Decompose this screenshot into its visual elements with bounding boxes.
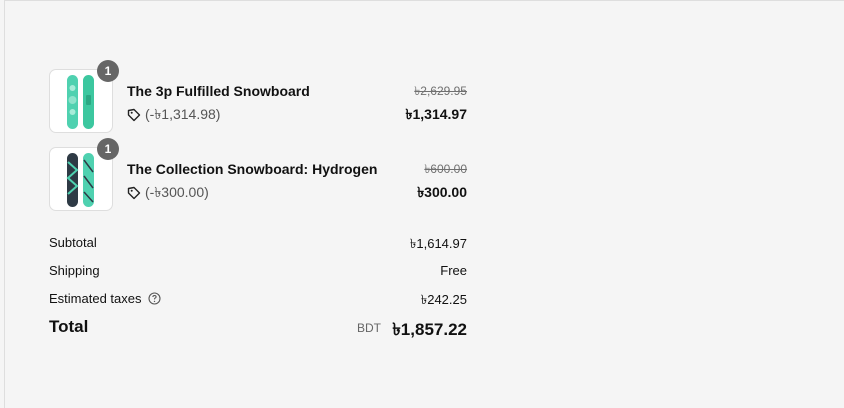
total-value: ৳1,857.22 [392, 320, 467, 339]
tag-icon [127, 186, 141, 200]
subtotal-row: Subtotal ৳1,614.97 [49, 233, 467, 253]
shipping-row: Shipping Free [49, 261, 467, 281]
taxes-row: Estimated taxes ৳242.25 [49, 289, 467, 309]
tag-icon [127, 108, 141, 122]
help-circle-icon[interactable] [147, 292, 161, 305]
shipping-value: Free [440, 263, 467, 278]
currency-code: BDT [357, 321, 381, 335]
product-name: The Collection Snowboard: Hydrogen [127, 161, 378, 177]
discount-amount: (-৳300.00) [145, 184, 209, 200]
order-summary: 1 The 3p Fulfilled Snowboard (-৳1,314.98… [4, 0, 844, 408]
quantity-badge: 1 [97, 138, 119, 160]
discount-line: (-৳1,314.98) [127, 103, 220, 127]
original-price: ৳2,629.95 [414, 84, 467, 98]
discount-line: (-৳300.00) [127, 181, 209, 205]
product-name: The 3p Fulfilled Snowboard [127, 83, 310, 99]
taxes-label: Estimated taxes [49, 291, 142, 306]
original-price: ৳600.00 [424, 162, 467, 176]
product-thumbnail: 1 [49, 138, 119, 211]
line-item: 1 The 3p Fulfilled Snowboard (-৳1,314.98… [49, 60, 467, 133]
shipping-label: Shipping [49, 263, 100, 278]
quantity-badge: 1 [97, 60, 119, 82]
final-price: ৳1,314.97 [405, 106, 467, 122]
product-thumbnail: 1 [49, 60, 119, 133]
total-row: Total BDT ৳1,857.22 [49, 317, 467, 341]
line-item: 1 The Collection Snowboard: Hydrogen (-৳… [49, 138, 467, 211]
total-label: Total [49, 317, 89, 336]
taxes-label-group: Estimated taxes [49, 291, 161, 306]
subtotal-value: ৳1,614.97 [409, 236, 467, 251]
final-price: ৳300.00 [417, 184, 467, 200]
taxes-value: ৳242.25 [420, 292, 467, 307]
discount-amount: (-৳1,314.98) [145, 106, 221, 122]
subtotal-label: Subtotal [49, 235, 97, 250]
